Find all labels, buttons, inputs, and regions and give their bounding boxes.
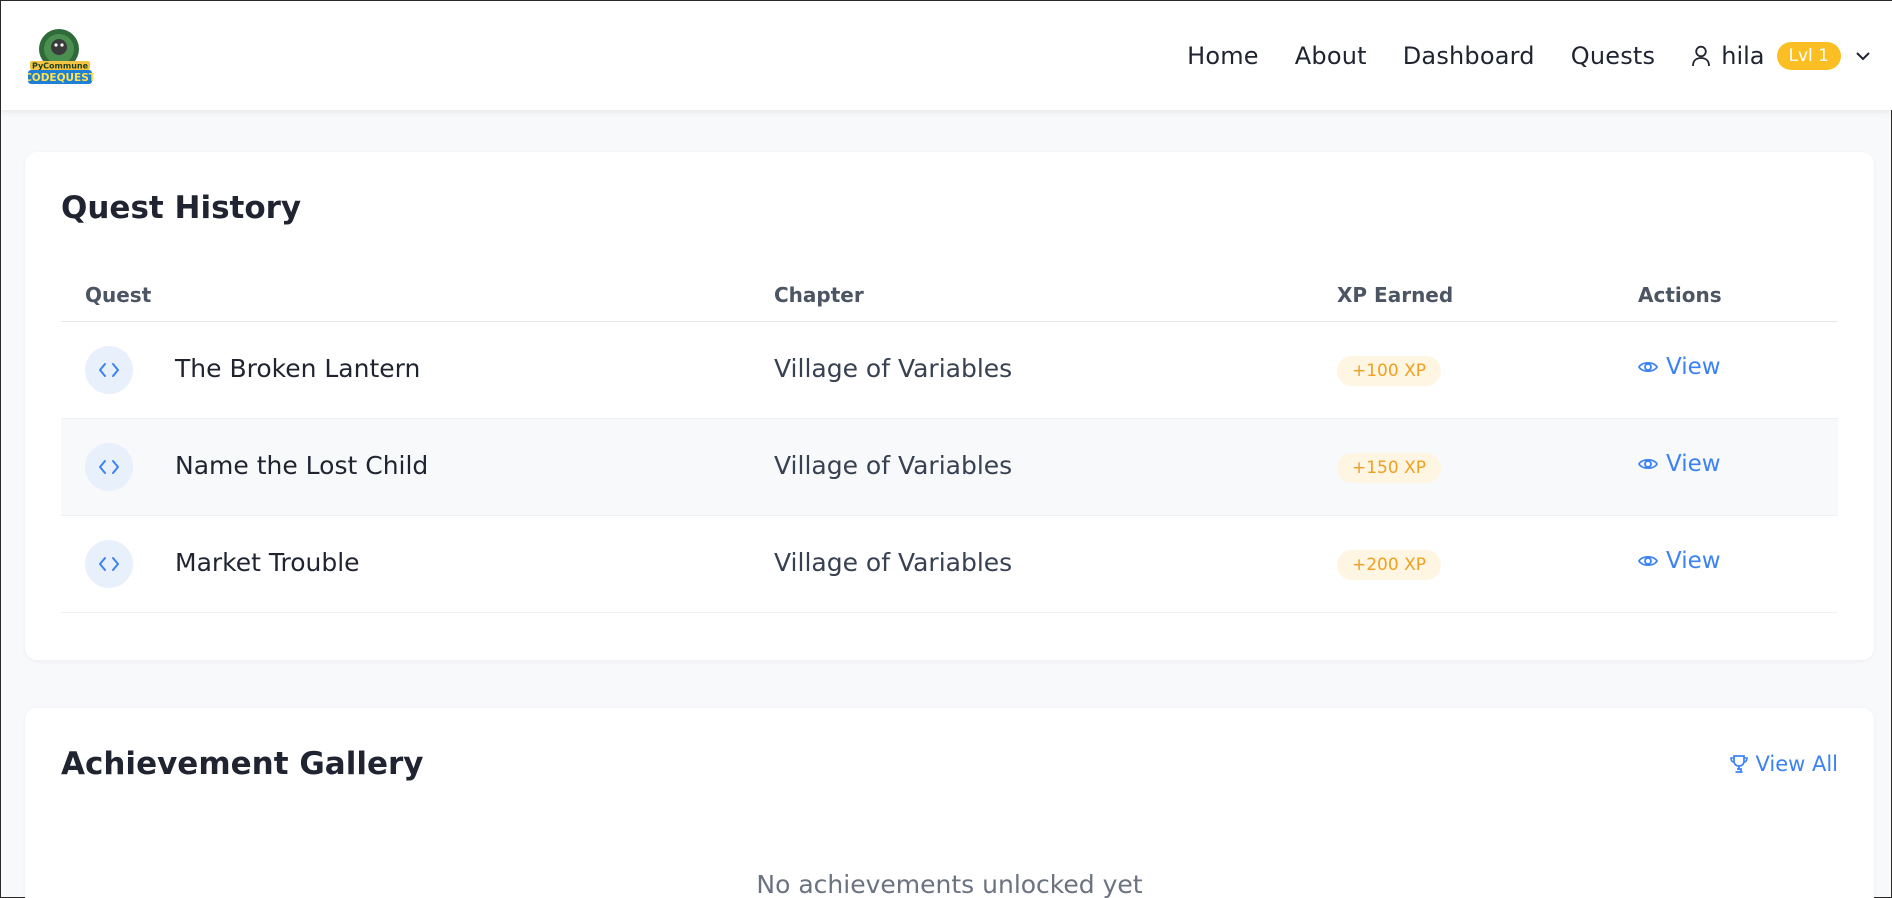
table-row: Market Trouble Village of Variables +200…	[61, 516, 1838, 613]
achievement-gallery-card: Achievement Gallery View All No achievem…	[25, 708, 1874, 898]
chapter-name: Village of Variables	[774, 451, 1013, 480]
empty-achievements-message: No achievements unlocked yet	[756, 870, 1143, 898]
column-header-actions: Actions	[1638, 283, 1722, 307]
nav-dashboard[interactable]: Dashboard	[1403, 42, 1535, 70]
svg-text:PyCommune: PyCommune	[32, 62, 89, 71]
eye-icon	[1638, 361, 1658, 373]
view-label: View	[1666, 451, 1721, 477]
nav-quests[interactable]: Quests	[1571, 42, 1656, 70]
nav-about[interactable]: About	[1295, 42, 1367, 70]
code-icon	[85, 346, 133, 394]
xp-badge: +150 XP	[1337, 453, 1441, 483]
xp-badge: +100 XP	[1337, 356, 1441, 386]
chapter-name: Village of Variables	[774, 548, 1013, 577]
quest-history-table: Quest Chapter XP Earned Actions The Brok…	[61, 265, 1838, 613]
user-menu[interactable]: hila Lvl 1	[1691, 41, 1871, 70]
chevron-down-icon	[1856, 51, 1870, 60]
level-badge: Lvl 1	[1776, 41, 1841, 70]
table-header: Quest Chapter XP Earned Actions	[61, 265, 1838, 322]
codequest-logo[interactable]: PyCommune CODEQUEST	[24, 25, 97, 87]
user-icon	[1692, 45, 1711, 66]
column-header-chapter: Chapter	[774, 283, 864, 307]
view-button[interactable]: View	[1638, 548, 1721, 574]
quest-name: Market Trouble	[175, 548, 360, 577]
eye-icon	[1638, 555, 1658, 567]
view-all-button[interactable]: View All	[1729, 752, 1838, 776]
view-button[interactable]: View	[1638, 354, 1721, 380]
view-label: View	[1666, 548, 1721, 574]
nav-links: Home About Dashboard Quests hila Lvl 1	[1151, 1, 1871, 110]
quest-name: The Broken Lantern	[175, 354, 421, 383]
chapter-name: Village of Variables	[774, 354, 1013, 383]
eye-icon	[1638, 458, 1658, 470]
view-button[interactable]: View	[1638, 451, 1721, 477]
nav-home[interactable]: Home	[1187, 42, 1259, 70]
view-label: View	[1666, 354, 1721, 380]
achievement-gallery-title: Achievement Gallery	[61, 746, 424, 782]
table-row: The Broken Lantern Village of Variables …	[61, 322, 1838, 419]
quest-history-card: Quest History Quest Chapter XP Earned Ac…	[25, 152, 1874, 660]
table-row: Name the Lost Child Village of Variables…	[61, 419, 1838, 516]
quest-name: Name the Lost Child	[175, 451, 429, 480]
quest-history-title: Quest History	[61, 190, 302, 226]
trophy-icon	[1730, 755, 1749, 773]
column-header-quest: Quest	[85, 283, 152, 307]
top-navbar: PyCommune CODEQUEST Home About Dashboard…	[1, 1, 1892, 110]
svg-text:CODEQUEST: CODEQUEST	[28, 72, 94, 84]
code-icon	[85, 443, 133, 491]
view-all-label: View All	[1755, 752, 1838, 776]
user-name: hila	[1721, 41, 1765, 70]
code-icon	[85, 540, 133, 588]
column-header-xp: XP Earned	[1337, 283, 1454, 307]
xp-badge: +200 XP	[1337, 550, 1441, 580]
